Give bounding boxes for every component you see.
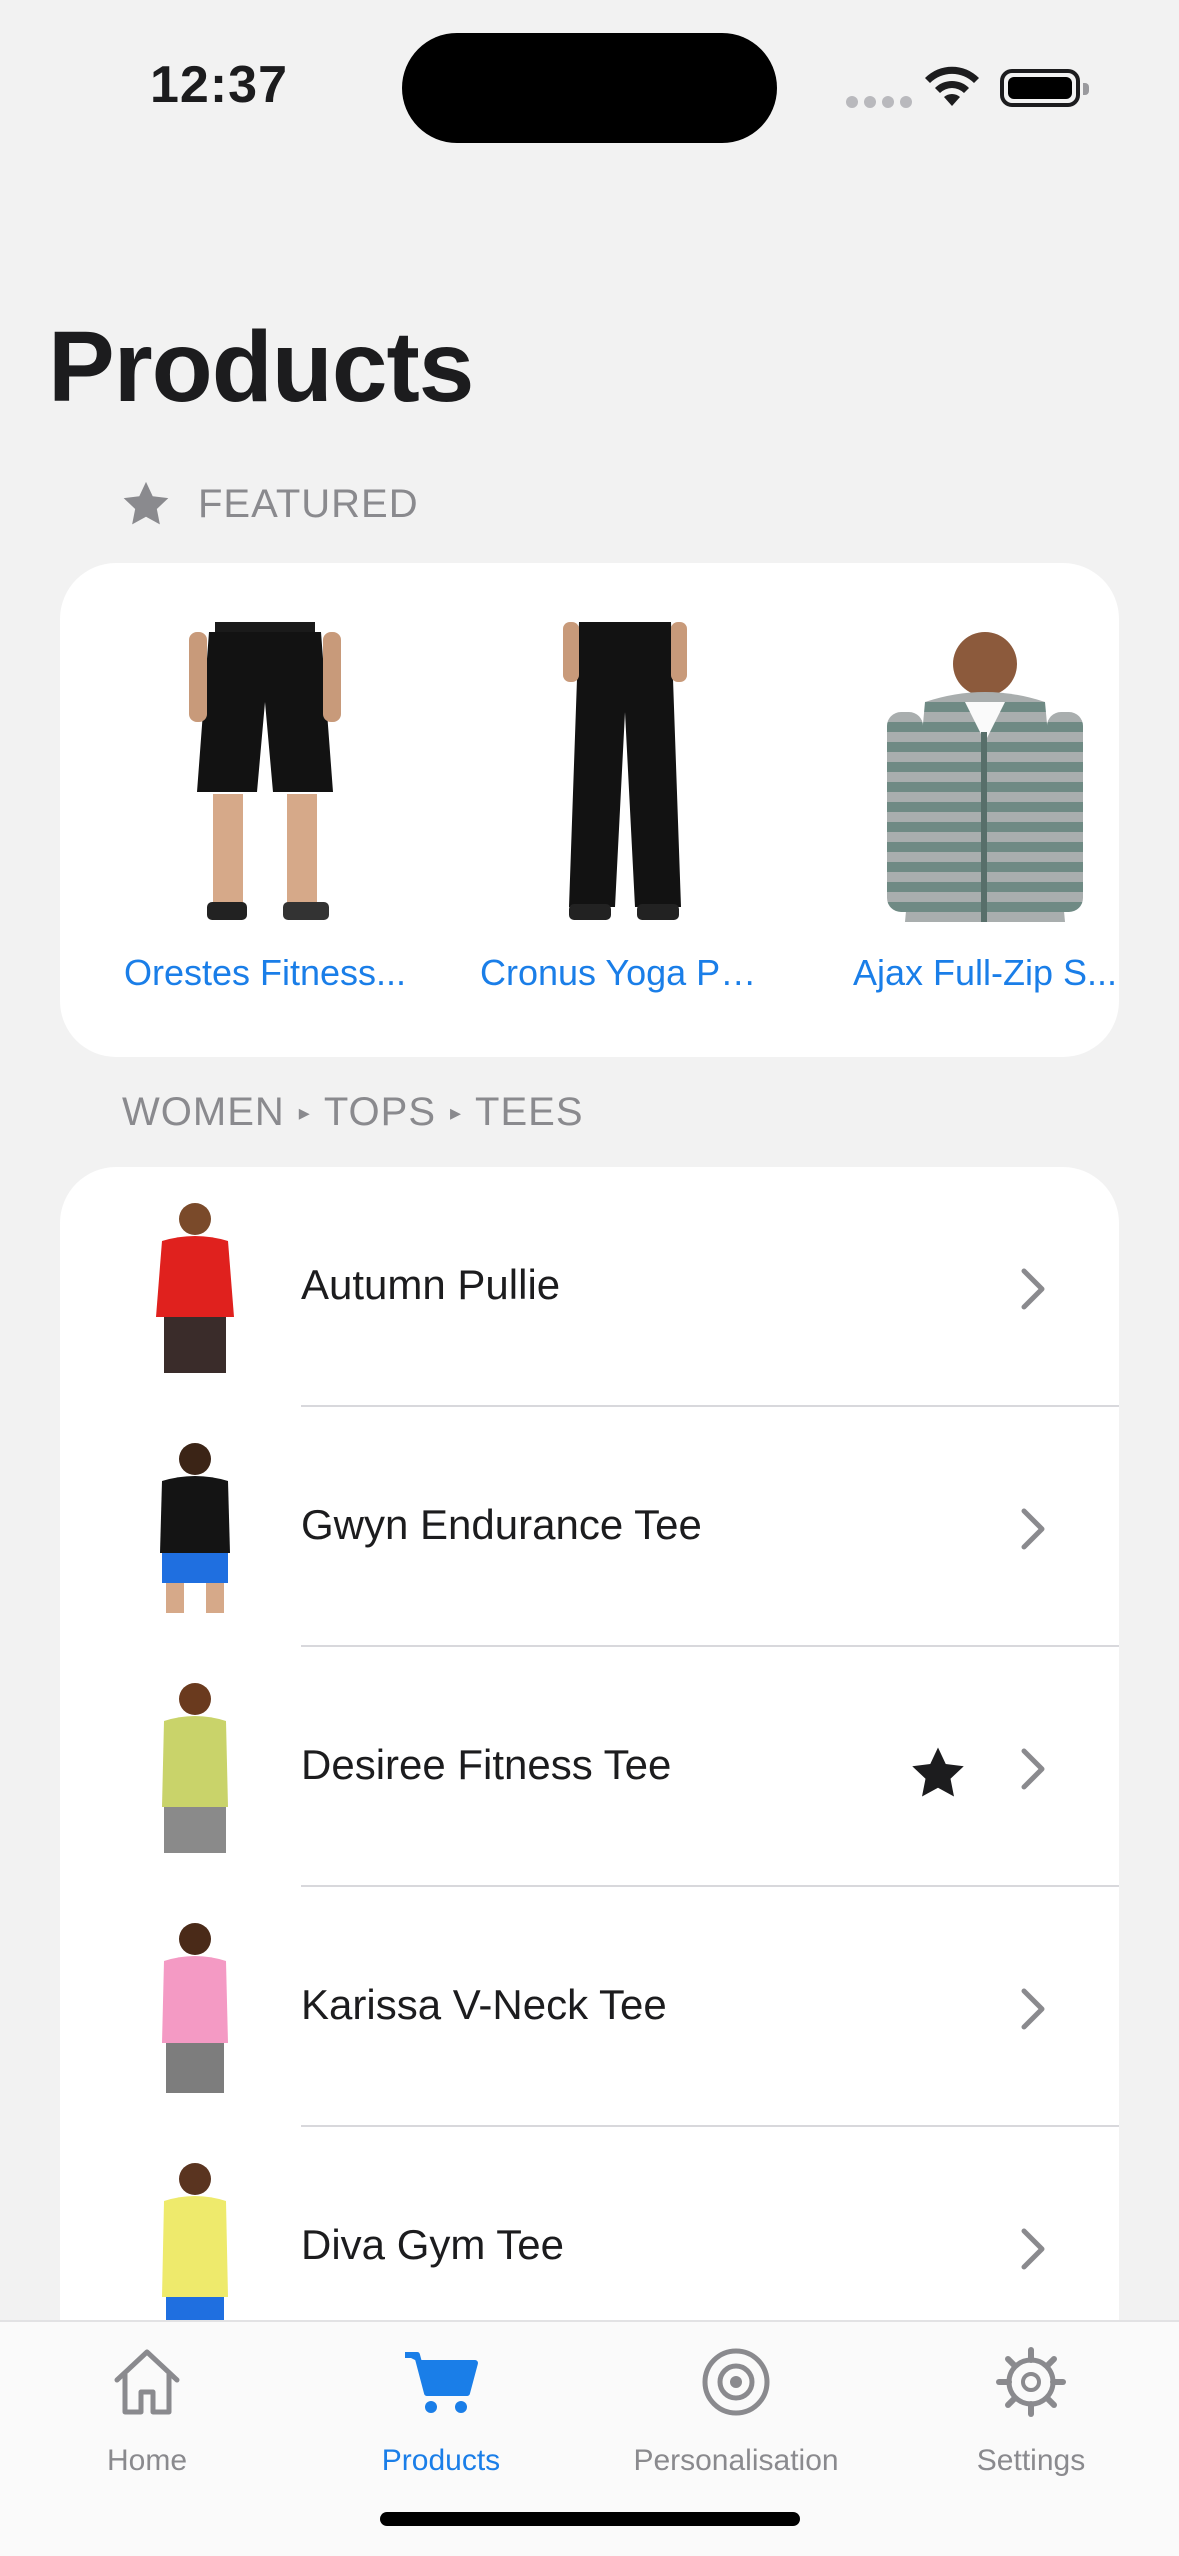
- product-thumbnail: [130, 1677, 260, 1857]
- favorite-star-icon: [912, 1747, 964, 1797]
- product-thumbnail: [130, 2157, 260, 2337]
- chevron-right-icon: [1021, 1268, 1045, 1310]
- featured-item-image: [120, 618, 410, 926]
- breadcrumb-separator-icon: ▸: [298, 1099, 310, 1125]
- target-icon: [702, 2348, 770, 2416]
- breadcrumb-separator-icon: ▸: [450, 1099, 462, 1125]
- tab-label: Home: [106, 2444, 188, 2477]
- breadcrumb: WOMEN ▸ TOPS ▸ TEES: [122, 1090, 584, 1135]
- tab-label: Personalisation: [633, 2444, 839, 2477]
- page-title: Products: [48, 311, 474, 423]
- chevron-right-icon: [1021, 1508, 1045, 1550]
- product-name: Autumn Pullie: [301, 1261, 561, 1308]
- featured-item[interactable]: Orestes Fitness...: [120, 618, 410, 994]
- product-thumbnail: [130, 1917, 260, 2097]
- product-list: Autumn Pullie Gwyn Endurance Tee Desiree…: [60, 1167, 1119, 2367]
- featured-carousel[interactable]: Orestes Fitness... Cronus Yoga Pa... Aja…: [60, 563, 1119, 1057]
- product-thumbnail: [130, 1437, 260, 1617]
- featured-item-label: Orestes Fitness...: [123, 952, 407, 993]
- tab-label: Products: [381, 2444, 501, 2477]
- product-name: Karissa V-Neck Tee: [301, 1981, 667, 2028]
- featured-item-image: [480, 618, 770, 926]
- product-row[interactable]: Desiree Fitness Tee: [60, 1647, 1119, 1887]
- star-icon: [123, 481, 169, 525]
- product-name: Gwyn Endurance Tee: [301, 1501, 702, 1548]
- battery-icon: [1000, 69, 1089, 107]
- cart-icon: [405, 2352, 478, 2413]
- featured-item-label: Cronus Yoga Pa...: [480, 952, 770, 993]
- breadcrumb-item: WOMEN: [122, 1090, 285, 1134]
- tab-settings[interactable]: Settings: [884, 2342, 1178, 2478]
- featured-item[interactable]: Cronus Yoga Pa...: [480, 618, 770, 994]
- wifi-icon: [925, 66, 979, 106]
- breadcrumb-item: TEES: [475, 1090, 584, 1134]
- product-name: Diva Gym Tee: [301, 2221, 564, 2268]
- dynamic-island: [402, 33, 777, 143]
- house-icon: [114, 2349, 180, 2415]
- tab-personalisation[interactable]: Personalisation: [589, 2342, 883, 2478]
- gear-icon: [996, 2347, 1066, 2417]
- chevron-right-icon: [1021, 2228, 1045, 2270]
- product-thumbnail: [130, 1197, 260, 1377]
- featured-item-label: Ajax Full-Zip S...: [852, 952, 1118, 993]
- status-bar: 12:37: [0, 0, 1179, 170]
- product-row[interactable]: Karissa V-Neck Tee: [60, 1887, 1119, 2127]
- featured-item-image: [840, 618, 1119, 926]
- status-time: 12:37: [150, 56, 288, 114]
- featured-item[interactable]: Ajax Full-Zip S...: [840, 618, 1119, 994]
- chevron-right-icon: [1021, 1748, 1045, 1790]
- featured-section-header: FEATURED: [120, 478, 419, 530]
- product-row[interactable]: Gwyn Endurance Tee: [60, 1407, 1119, 1647]
- tab-products[interactable]: Products: [294, 2342, 588, 2478]
- cellular-signal-icon: [846, 96, 912, 108]
- tab-home[interactable]: Home: [0, 2342, 294, 2478]
- product-name: Desiree Fitness Tee: [301, 1741, 672, 1788]
- home-indicator[interactable]: [380, 2512, 800, 2526]
- featured-label: FEATURED: [198, 481, 419, 526]
- chevron-right-icon: [1021, 1988, 1045, 2030]
- tab-label: Settings: [976, 2444, 1086, 2477]
- product-row[interactable]: Autumn Pullie: [60, 1167, 1119, 1407]
- breadcrumb-item: TOPS: [323, 1090, 436, 1134]
